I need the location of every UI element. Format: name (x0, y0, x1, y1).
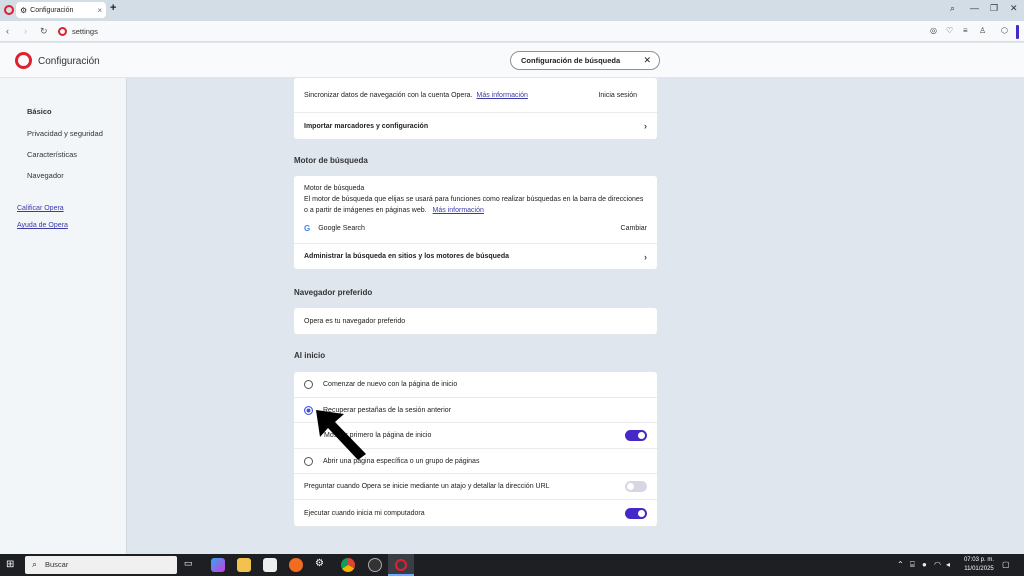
sidebar-item-basico[interactable]: Básico (27, 107, 52, 116)
clear-search-icon[interactable]: ✕ (643, 55, 651, 66)
reload-button[interactable]: ↻ (40, 26, 48, 37)
run-at-startup-row: Ejecutar cuando inicia mi computadora (294, 500, 657, 526)
task-view-icon[interactable]: ▭ (184, 558, 198, 572)
back-button[interactable]: ‹ (6, 26, 9, 36)
run-at-startup-toggle[interactable] (625, 507, 647, 519)
sidebar-item-privacidad[interactable]: Privacidad y seguridad (27, 129, 103, 138)
ask-on-shortcut-row: Preguntar cuando Opera se inicie mediant… (294, 474, 657, 500)
chevron-right-icon: › (644, 251, 647, 262)
camera-icon[interactable]: ◎ (930, 26, 937, 35)
clock-time: 07:03 p. m. (963, 557, 994, 563)
sync-text: Sincronizar datos de navegación con la c… (304, 91, 473, 99)
opera-taskbar-icon[interactable] (388, 554, 414, 576)
restore-button[interactable]: ❐ (990, 3, 998, 14)
volume-icon[interactable]: ◂ (946, 560, 950, 569)
obs-icon[interactable] (368, 558, 382, 572)
firefox-icon[interactable] (289, 558, 303, 572)
gear-icon: ⚙ (20, 5, 28, 15)
chevron-right-icon: › (644, 121, 647, 131)
tab-settings[interactable]: ⚙ Configuración × (16, 2, 106, 18)
minimize-button[interactable]: — (970, 3, 979, 13)
search-engine-desc: El motor de búsqueda que elijas se usará… (304, 194, 647, 216)
settings-content: Sincronizar datos de navegación con la c… (128, 78, 1024, 554)
search-engine-card: Motor de búsqueda El motor de búsqueda q… (294, 176, 657, 269)
extensions-icon[interactable]: ⬡ (1001, 26, 1008, 35)
ask-on-shortcut-label: Preguntar cuando Opera se inicie mediant… (304, 483, 550, 490)
taskbar-search-label: Buscar (45, 560, 69, 569)
startup-option-new[interactable]: Comenzar de nuevo con la página de inici… (294, 372, 657, 398)
manage-engines-row[interactable]: Administrar la búsqueda en sitios y los … (294, 244, 657, 269)
show-home-toggle[interactable] (625, 430, 647, 441)
search-tabs-icon[interactable]: ⌕ (950, 3, 955, 14)
google-icon: G (304, 224, 311, 233)
settings-sidebar: Básico Privacidad y seguridad Caracterís… (0, 78, 127, 554)
search-engine-info: Motor de búsqueda El motor de búsqueda q… (294, 176, 657, 244)
sidebar-item-navegador[interactable]: Navegador (27, 171, 64, 180)
profile-icon[interactable]: ♙ (979, 26, 986, 35)
sidebar-accent (1016, 25, 1019, 39)
annotation-arrow (316, 410, 366, 460)
search-engine-heading: Motor de búsqueda (304, 185, 365, 192)
copilot-icon[interactable] (211, 558, 225, 572)
heart-icon[interactable]: ♡ (946, 26, 953, 35)
search-engine-section-title: Motor de búsqueda (294, 156, 368, 165)
windows-taskbar: ⊞ ⌕ Buscar ▭ ⚙ ⌃ ⌸ ● ◠ ◂ 07:03 p. m. 11/… (0, 554, 1024, 576)
search-engine-more-info-link[interactable]: Más información (433, 207, 484, 214)
new-tab-button[interactable]: + (110, 2, 116, 14)
site-opera-icon (58, 27, 67, 36)
change-engine-button[interactable]: Cambiar (621, 223, 647, 234)
import-label: Importar marcadores y configuración (304, 122, 429, 130)
ask-on-shortcut-toggle[interactable] (625, 481, 647, 492)
default-browser-row: Opera es tu navegador preferido (294, 308, 657, 334)
search-value: Configuración de búsqueda (521, 56, 621, 65)
opera-menu-icon[interactable] (4, 5, 14, 15)
default-browser-section-title: Navegador preferido (294, 288, 373, 297)
settings-search-input[interactable]: Configuración de búsqueda ✕ (510, 51, 660, 70)
clock-date: 11/01/2025 (964, 566, 994, 572)
search-engine-name: Google Search (318, 225, 365, 232)
rate-opera-link[interactable]: Calificar Opera (17, 205, 64, 212)
store-icon[interactable] (263, 558, 277, 572)
sidebar-item-caracteristicas[interactable]: Características (27, 150, 77, 159)
close-tab-icon[interactable]: × (97, 6, 102, 15)
sync-card: Sincronizar datos de navegación con la c… (294, 78, 657, 139)
settings-app-icon[interactable]: ⚙ (315, 558, 329, 572)
search-icon: ⌕ (32, 559, 38, 569)
tab-strip: ⚙ Configuración × + ⌕ — ❐ ✕ (0, 0, 1024, 21)
chrome-icon[interactable] (341, 558, 355, 572)
startup-section-title: Al inicio (294, 351, 326, 360)
taskbar-clock[interactable]: 07:03 p. m. 11/01/2025 (964, 556, 994, 574)
notifications-icon[interactable]: ▢ (1002, 560, 1010, 569)
close-window-button[interactable]: ✕ (1010, 3, 1018, 14)
default-browser-card: Opera es tu navegador preferido (294, 308, 657, 334)
opera-logo (15, 52, 32, 69)
opera-help-link[interactable]: Ayuda de Opera (17, 222, 68, 229)
run-at-startup-label: Ejecutar cuando inicia mi computadora (304, 509, 425, 517)
startup-option-label: Comenzar de nuevo con la página de inici… (323, 381, 458, 388)
settings-header: Configuración Configuración de búsqueda … (0, 43, 1024, 78)
radio-start-fresh[interactable] (304, 380, 313, 389)
sign-in-button[interactable]: Inicia sesión (598, 92, 637, 99)
microphone-icon[interactable]: ● (922, 560, 927, 569)
address-bar: ‹ › ↻ settings ◎ ♡ ≡ ♙ ⬡ (0, 21, 1024, 42)
opera-icon (395, 559, 407, 571)
easy-setup-icon[interactable]: ≡ (963, 26, 968, 35)
sync-row: Sincronizar datos de navegación con la c… (294, 78, 657, 113)
url-field[interactable]: settings (72, 27, 98, 36)
wifi-icon[interactable]: ◠ (934, 560, 941, 569)
chevron-up-icon[interactable]: ⌃ (897, 560, 904, 569)
import-row[interactable]: Importar marcadores y configuración › (294, 113, 657, 139)
taskbar-search-input[interactable]: ⌕ Buscar (25, 556, 177, 574)
page-title: Configuración (38, 56, 100, 67)
search-engine-current: G Google Search Cambiar (304, 223, 647, 234)
manage-engines-label: Administrar la búsqueda en sitios y los … (304, 253, 509, 260)
sync-more-info-link[interactable]: Más información (477, 92, 528, 99)
network-icon[interactable]: ⌸ (910, 560, 915, 570)
file-explorer-icon[interactable] (237, 558, 251, 572)
default-browser-text: Opera es tu navegador preferido (304, 317, 406, 325)
forward-button[interactable]: › (24, 26, 27, 36)
tab-title: Configuración (30, 6, 74, 14)
windows-start-icon[interactable]: ⊞ (6, 559, 14, 570)
